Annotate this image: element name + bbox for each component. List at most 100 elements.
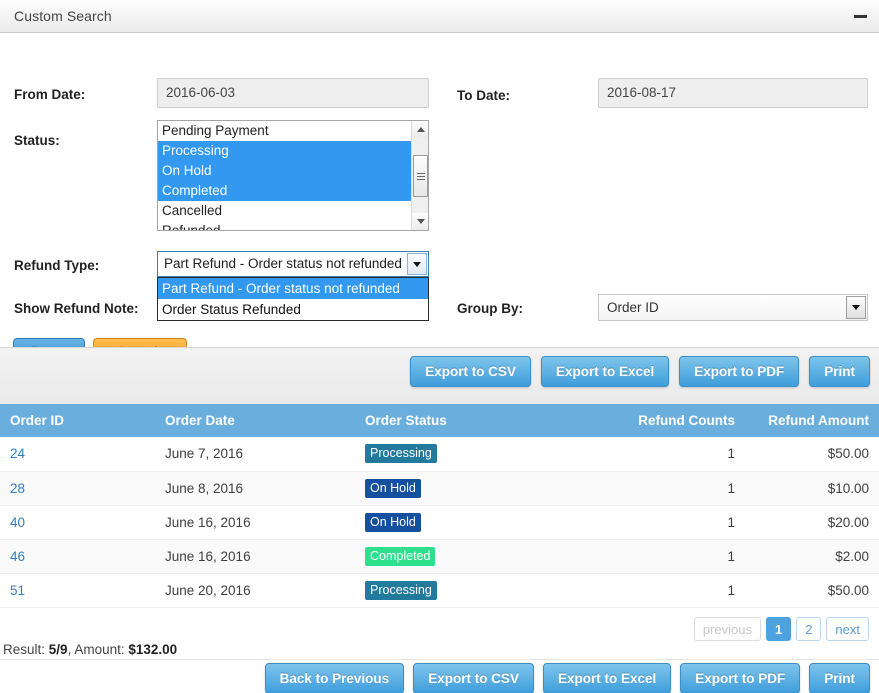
result-prefix: Result: — [3, 642, 49, 657]
cell-refund-counts: 1 — [600, 539, 745, 574]
cell-order-status: On Hold — [355, 471, 600, 506]
column-header-order-status[interactable]: Order Status — [355, 404, 600, 437]
window-titlebar: Custom Search — [0, 0, 879, 33]
cell-order-date: June 16, 2016 — [155, 505, 355, 540]
export-excel-button[interactable]: Export to Excel — [540, 356, 670, 387]
order-id-link[interactable]: 24 — [10, 446, 25, 461]
chevron-down-icon[interactable] — [407, 253, 427, 275]
status-badge: On Hold — [365, 512, 421, 532]
cell-order-id: 46 — [0, 539, 155, 574]
back-to-previous-button[interactable]: Back to Previous — [264, 663, 405, 693]
status-badge: Processing — [365, 444, 437, 464]
footer-print-button[interactable]: Print — [809, 663, 870, 693]
column-header-order-date[interactable]: Order Date — [155, 404, 355, 437]
footer-export-csv-button[interactable]: Export to CSV — [413, 663, 534, 693]
scroll-down-arrow-icon[interactable] — [412, 213, 428, 230]
scroll-up-arrow-icon[interactable] — [412, 121, 428, 138]
status-option-processing[interactable]: Processing — [158, 141, 411, 161]
group-by-select[interactable]: Order ID — [598, 294, 868, 321]
to-date-label: To Date: — [457, 88, 510, 103]
status-scrollbar[interactable] — [411, 121, 428, 230]
order-id-link[interactable]: 46 — [10, 549, 25, 564]
refund-type-option-part-refund[interactable]: Part Refund - Order status not refunded — [158, 278, 428, 299]
cell-order-date: June 7, 2016 — [155, 437, 355, 472]
footer-export-excel-button[interactable]: Export to Excel — [542, 663, 672, 693]
refund-type-option-status-refunded[interactable]: Order Status Refunded — [158, 299, 428, 320]
cell-refund-counts: 1 — [600, 505, 745, 540]
to-date-input[interactable]: 2016-08-17 — [598, 78, 868, 108]
table-row[interactable]: 24 June 7, 2016 Processing 1 $50.00 — [0, 437, 879, 472]
pagination-page-2[interactable]: 2 — [796, 617, 822, 641]
status-option-on-hold[interactable]: On Hold — [158, 161, 411, 181]
table-row[interactable]: 40 June 16, 2016 On Hold 1 $20.00 — [0, 505, 879, 540]
column-header-order-id[interactable]: Order ID — [0, 404, 155, 437]
pagination-previous[interactable]: previous — [693, 617, 761, 641]
cell-order-status: Processing — [355, 573, 600, 608]
refund-type-dropdown-list[interactable]: Part Refund - Order status not refunded … — [157, 277, 429, 321]
table-row[interactable]: 46 June 16, 2016 Completed 1 $2.00 — [0, 539, 879, 574]
status-option-completed[interactable]: Completed — [158, 181, 411, 201]
status-label: Status: — [14, 133, 60, 148]
column-header-refund-amount[interactable]: Refund Amount — [745, 404, 879, 437]
cell-order-id: 24 — [0, 437, 155, 472]
export-pdf-button[interactable]: Export to PDF — [679, 356, 800, 387]
cell-order-id: 40 — [0, 505, 155, 540]
status-option-list: Pending Payment Processing On Hold Compl… — [158, 121, 411, 230]
from-date-label: From Date: — [14, 87, 86, 102]
result-summary: Result: 5/9, Amount: $132.00 — [3, 642, 177, 657]
pagination: previous 1 2 next — [693, 617, 869, 641]
search-form: From Date: 2016-06-03 To Date: 2016-08-1… — [0, 33, 879, 366]
order-id-link[interactable]: 28 — [10, 481, 25, 496]
custom-search-window: Custom Search From Date: 2016-06-03 To D… — [0, 0, 879, 693]
export-toolbar: Export to CSV Export to Excel Export to … — [0, 347, 879, 404]
cell-refund-amount: $2.00 — [745, 539, 879, 574]
pagination-next[interactable]: next — [826, 617, 869, 641]
cell-refund-counts: 1 — [600, 437, 745, 472]
table-body: 24 June 7, 2016 Processing 1 $50.00 28 June 8,… — [0, 437, 879, 608]
group-by-label: Group By: — [457, 301, 523, 316]
table-header-row: Order ID Order Date Order Status Refund … — [0, 404, 879, 437]
refund-type-label: Refund Type: — [14, 258, 100, 273]
cell-order-status: Processing — [355, 437, 600, 472]
order-id-link[interactable]: 40 — [10, 515, 25, 530]
cell-refund-counts: 1 — [600, 573, 745, 608]
cell-order-status: Completed — [355, 539, 600, 574]
chevron-down-icon[interactable] — [846, 296, 866, 319]
cell-order-date: June 8, 2016 — [155, 471, 355, 506]
cell-refund-amount: $20.00 — [745, 505, 879, 540]
status-badge: Processing — [365, 580, 437, 600]
refund-type-select[interactable]: Part Refund - Order status not refunded — [157, 251, 429, 277]
table-row[interactable]: 51 June 20, 2016 Processing 1 $50.00 — [0, 573, 879, 608]
cell-refund-amount: $10.00 — [745, 471, 879, 506]
status-option-refunded[interactable]: Refunded — [158, 221, 411, 230]
refund-type-selected-value: Part Refund - Order status not refunded — [164, 256, 402, 271]
show-refund-note-label: Show Refund Note: — [14, 301, 139, 316]
column-header-refund-counts[interactable]: Refund Counts — [600, 404, 745, 437]
pagination-page-1[interactable]: 1 — [765, 617, 792, 641]
cell-refund-counts: 1 — [600, 471, 745, 506]
status-option-cancelled[interactable]: Cancelled — [158, 201, 411, 221]
cell-order-date: June 20, 2016 — [155, 573, 355, 608]
cell-refund-amount: $50.00 — [745, 573, 879, 608]
status-multiselect[interactable]: Pending Payment Processing On Hold Compl… — [157, 120, 429, 231]
footer-export-pdf-button[interactable]: Export to PDF — [680, 663, 801, 693]
print-button[interactable]: Print — [809, 356, 870, 387]
window-title: Custom Search — [14, 8, 112, 24]
cell-order-date: June 16, 2016 — [155, 539, 355, 574]
from-date-input[interactable]: 2016-06-03 — [157, 78, 429, 108]
order-id-link[interactable]: 51 — [10, 583, 25, 598]
status-option-pending-payment[interactable]: Pending Payment — [158, 121, 411, 141]
cell-order-id: 51 — [0, 573, 155, 608]
table-row[interactable]: 28 June 8, 2016 On Hold 1 $10.00 — [0, 471, 879, 506]
status-badge: Completed — [365, 546, 436, 566]
group-by-selected-value: Order ID — [607, 300, 659, 315]
scrollbar-thumb[interactable] — [413, 155, 428, 197]
minimize-icon[interactable] — [849, 6, 871, 26]
cell-order-status: On Hold — [355, 505, 600, 540]
result-amount: $132.00 — [128, 642, 178, 657]
results-table-wrapper: Order ID Order Date Order Status Refund … — [0, 404, 879, 608]
export-csv-button[interactable]: Export to CSV — [410, 356, 531, 387]
result-count: 5/9 — [48, 642, 68, 657]
cell-order-id: 28 — [0, 471, 155, 506]
amount-prefix: , Amount: — [67, 642, 129, 657]
